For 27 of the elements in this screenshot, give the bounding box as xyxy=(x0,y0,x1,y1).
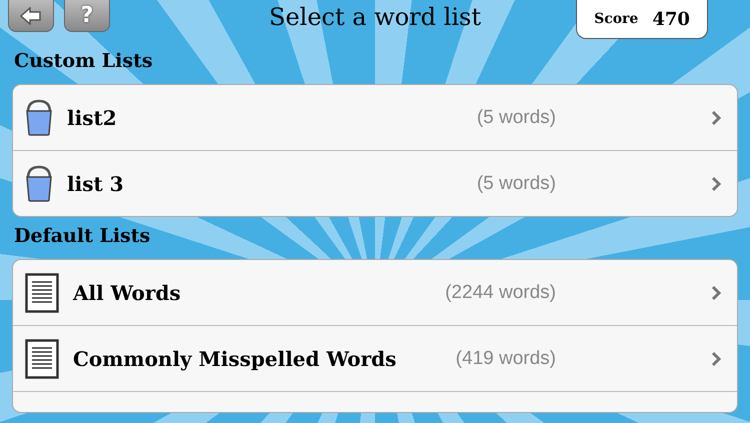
score-value: 470 xyxy=(652,8,690,30)
word-list-row[interactable]: Commonly Misspelled Words (419 words) xyxy=(13,325,737,391)
document-icon xyxy=(25,338,59,378)
list-name: Commonly Misspelled Words xyxy=(73,346,396,370)
page-title: Select a word list xyxy=(268,3,482,31)
word-count: (2244 words) xyxy=(445,282,556,304)
word-list-row[interactable]: list2 (5 words) xyxy=(13,85,737,150)
chevron-icon xyxy=(711,350,721,366)
word-list-row[interactable]: list 3 (5 words) xyxy=(13,150,737,216)
section-heading: Default Lists xyxy=(13,224,152,249)
section-heading: Custom Lists xyxy=(13,49,154,74)
list-name: list 3 xyxy=(67,172,124,196)
word-count: (5 words) xyxy=(476,106,556,128)
word-count: (5 words) xyxy=(476,172,556,194)
document-icon xyxy=(25,272,59,312)
chevron-icon xyxy=(711,284,721,300)
bucket-icon xyxy=(25,98,53,136)
back-arrow-icon xyxy=(20,6,42,24)
chevron-icon xyxy=(711,110,721,126)
score-label: Score xyxy=(594,11,638,27)
list-name: list2 xyxy=(67,106,117,130)
back-button[interactable] xyxy=(8,0,54,32)
chevron-icon xyxy=(711,176,721,192)
word-list-row[interactable]: All Words (2244 words) xyxy=(13,260,737,325)
bucket-icon xyxy=(25,164,53,202)
list-name: All Words xyxy=(73,280,181,304)
word-count: (419 words) xyxy=(456,348,556,370)
